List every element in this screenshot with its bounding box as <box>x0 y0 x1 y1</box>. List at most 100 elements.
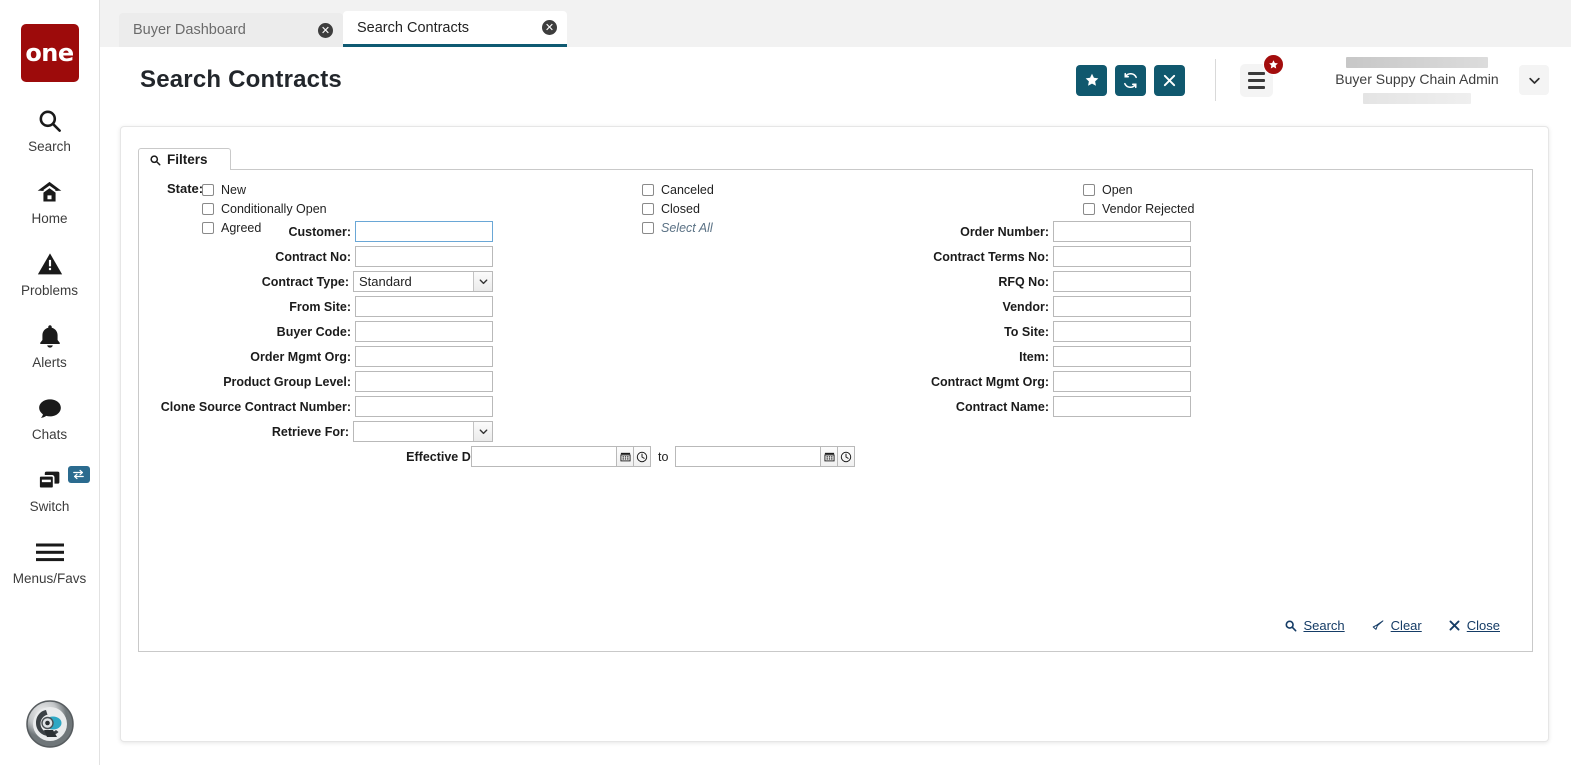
clone-source-contract-number-input[interactable] <box>355 396 493 417</box>
field-customer: Customer: <box>167 221 493 242</box>
date-range-separator: to <box>658 450 668 464</box>
field-label: Contract No: <box>275 250 351 264</box>
sidebar-item-label: Alerts <box>32 355 67 370</box>
field-label: Buyer Code: <box>277 325 351 339</box>
star-icon <box>1268 59 1279 70</box>
field-label: Contract Mgmt Org: <box>931 375 1049 389</box>
field-label: RFQ No: <box>998 275 1049 289</box>
sidebar-item-alerts[interactable]: Alerts <box>0 320 100 370</box>
checkbox-conditionally-open[interactable]: Conditionally Open <box>202 200 327 218</box>
from-site-input[interactable] <box>355 296 493 317</box>
filter-actions: Search Clear Close <box>1284 618 1500 633</box>
sidebar-item-search[interactable]: Search <box>0 104 100 154</box>
contract-no-input[interactable] <box>355 246 493 267</box>
buyer-code-input[interactable] <box>355 321 493 342</box>
checkbox-vendor-rejected[interactable]: Vendor Rejected <box>1083 200 1194 218</box>
header-toolbar: Buyer Suppy Chain Admin <box>1068 57 1571 104</box>
rfq-no-input[interactable] <box>1053 271 1191 292</box>
sidebar-item-label: Switch <box>30 499 70 514</box>
warning-triangle-icon <box>36 248 64 280</box>
checkbox-box[interactable] <box>1083 203 1095 215</box>
checkbox-box[interactable] <box>202 203 214 215</box>
contract-terms-no-input[interactable] <box>1053 246 1191 267</box>
menu-favorites-button[interactable] <box>1240 64 1273 97</box>
filters-tab-strip: Filters <box>138 148 1533 170</box>
calendar-icon[interactable] <box>821 446 838 467</box>
contract-type-select[interactable]: Standard <box>353 271 493 292</box>
hamburger-icon <box>35 536 65 568</box>
search-link[interactable]: Search <box>1284 618 1344 633</box>
field-label: Vendor: <box>1002 300 1049 314</box>
checkbox-label: Conditionally Open <box>221 202 327 216</box>
bell-icon <box>37 320 63 352</box>
search-icon <box>149 154 161 166</box>
redacted-bar-bottom <box>1363 93 1471 104</box>
checkbox-new[interactable]: New <box>202 181 327 199</box>
tab-buyer-dashboard[interactable]: Buyer Dashboard ✕ <box>119 13 343 47</box>
sidebar-item-problems[interactable]: Problems <box>0 248 100 298</box>
field-vendor: Vendor: <box>899 296 1191 317</box>
user-menu-button[interactable] <box>1519 65 1549 95</box>
refresh-button[interactable] <box>1115 65 1146 96</box>
checkbox-select-all[interactable]: Select All <box>642 219 714 237</box>
browser-tab-bar: Buyer Dashboard ✕ Search Contracts ✕ <box>100 0 1571 47</box>
calendar-icon[interactable] <box>617 446 634 467</box>
checkbox-open[interactable]: Open <box>1083 181 1194 199</box>
to-site-input[interactable] <box>1053 321 1191 342</box>
tab-filters[interactable]: Filters <box>138 148 231 171</box>
checkbox-closed[interactable]: Closed <box>642 200 714 218</box>
field-buyer-code: Buyer Code: <box>167 321 493 342</box>
sidebar-item-chats[interactable]: Chats <box>0 392 100 442</box>
field-contract-name: Contract Name: <box>899 396 1191 417</box>
contract-mgmt-org-input[interactable] <box>1053 371 1191 392</box>
sidebar-item-menus-favs[interactable]: Menus/Favs <box>0 536 100 586</box>
close-link[interactable]: Close <box>1448 618 1500 633</box>
close-button[interactable] <box>1154 65 1185 96</box>
state-label: State: <box>167 181 203 196</box>
logo-text: one <box>25 39 73 67</box>
tab-filters-label: Filters <box>167 152 208 167</box>
field-effective-date-label: Effective Date: <box>167 446 493 467</box>
order-number-input[interactable] <box>1053 221 1191 242</box>
user-identity[interactable]: Buyer Suppy Chain Admin <box>1331 57 1503 104</box>
field-label: Contract Name: <box>956 400 1049 414</box>
order-mgmt-org-input[interactable] <box>355 346 493 367</box>
customer-input[interactable] <box>355 221 493 242</box>
sidebar-item-home[interactable]: Home <box>0 176 100 226</box>
checkbox-box[interactable] <box>642 222 654 234</box>
sidebar-item-label: Search <box>28 139 71 154</box>
one-logo[interactable]: one <box>21 24 79 82</box>
effective-date-from-input[interactable] <box>471 446 617 467</box>
checkbox-label: Open <box>1102 183 1133 197</box>
checkbox-canceled[interactable]: Canceled <box>642 181 714 199</box>
sidebar-item-label: Problems <box>21 283 78 298</box>
field-label: Order Number: <box>960 225 1049 239</box>
tab-label: Buyer Dashboard <box>133 22 308 38</box>
vendor-input[interactable] <box>1053 296 1191 317</box>
checkbox-box[interactable] <box>642 203 654 215</box>
checkbox-box[interactable] <box>1083 184 1095 196</box>
sidebar-item-switch[interactable]: Switch <box>0 464 100 514</box>
search-icon <box>36 104 63 136</box>
checkbox-box[interactable] <box>642 184 654 196</box>
tab-close-icon[interactable]: ✕ <box>542 20 557 35</box>
close-x-icon <box>1448 619 1461 632</box>
clock-icon[interactable] <box>634 446 651 467</box>
product-group-level-input[interactable] <box>355 371 493 392</box>
retrieve-for-select[interactable] <box>353 421 493 442</box>
swap-arrows-icon[interactable] <box>68 466 90 483</box>
search-link-label: Search <box>1303 618 1344 633</box>
tab-close-icon[interactable]: ✕ <box>318 23 333 38</box>
avatar[interactable] <box>26 700 74 748</box>
tab-search-contracts[interactable]: Search Contracts ✕ <box>343 11 567 47</box>
item-input[interactable] <box>1053 346 1191 367</box>
contract-name-input[interactable] <box>1053 396 1191 417</box>
sidebar-item-label: Chats <box>32 427 67 442</box>
state-checkbox-column-2: Canceled Closed Select All <box>642 181 714 238</box>
checkbox-box[interactable] <box>202 184 214 196</box>
effective-date-to-input[interactable] <box>675 446 821 467</box>
clock-icon[interactable] <box>838 446 855 467</box>
favorite-button[interactable] <box>1076 65 1107 96</box>
field-effective-date-range: to <box>471 446 855 467</box>
clear-link[interactable]: Clear <box>1371 618 1422 633</box>
